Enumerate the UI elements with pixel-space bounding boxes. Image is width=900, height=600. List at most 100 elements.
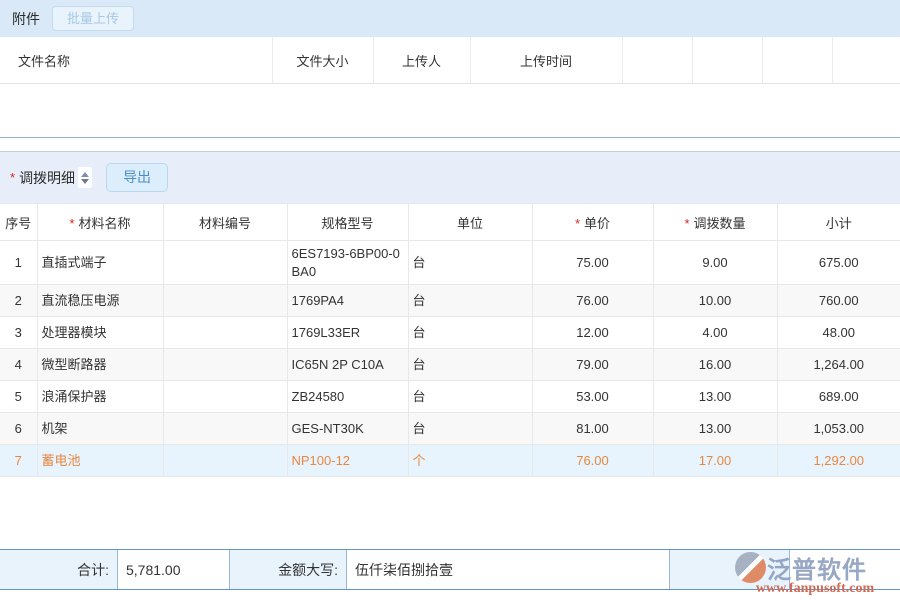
table-row[interactable]: 4 微型断路器 IC65N 2P C10A 台 79.00 16.00 1,26… [0, 349, 900, 381]
cell-subtotal: 1,292.00 [777, 445, 900, 477]
attachments-empty-body [0, 84, 900, 137]
cell-index: 5 [0, 381, 37, 413]
table-row-selected[interactable]: 7 蓄电池 NP100-12 个 76.00 17.00 1,292.00 [0, 445, 900, 477]
cell-material-code [163, 381, 287, 413]
cell-material-name: 蓄电池 [37, 445, 163, 477]
table-row[interactable]: 1 直插式端子 6ES7193-6BP00-0BA0 台 75.00 9.00 … [0, 241, 900, 285]
cell-unit: 台 [408, 241, 532, 285]
cell-material-name: 机架 [37, 413, 163, 445]
cell-transfer-qty: 17.00 [653, 445, 777, 477]
amount-in-words-value: 伍仟柒佰捌拾壹 [347, 550, 670, 589]
column-index: 序号 [0, 204, 37, 241]
batch-upload-button[interactable]: 批量上传 [52, 6, 134, 32]
amount-in-words-label: 金额大写: [230, 550, 347, 589]
cell-spec-model: 6ES7193-6BP00-0BA0 [287, 241, 408, 285]
attachments-column-file-name: 文件名称 [0, 37, 272, 84]
totals-empty-cell [790, 550, 900, 589]
cell-material-code [163, 349, 287, 381]
cell-subtotal: 675.00 [777, 241, 900, 285]
attachments-column-empty [832, 37, 900, 84]
column-unit-price: *单价 [532, 204, 653, 241]
cell-transfer-qty: 9.00 [653, 241, 777, 285]
required-asterisk: * [684, 216, 689, 231]
cell-unit-price: 76.00 [532, 445, 653, 477]
attachments-column-empty [692, 37, 762, 84]
cell-index: 1 [0, 241, 37, 285]
attachments-header-row: 文件名称 文件大小 上传人 上传时间 [0, 37, 900, 84]
attachments-column-empty [622, 37, 692, 84]
arrow-up-icon [81, 172, 89, 177]
cell-unit-price: 75.00 [532, 241, 653, 285]
attachments-toolbar: 附件 批量上传 [0, 0, 900, 37]
arrow-down-icon [81, 179, 89, 184]
sort-spinner-control[interactable] [78, 167, 92, 188]
cell-material-name: 直流稳压电源 [37, 285, 163, 317]
required-asterisk: * [69, 216, 74, 231]
cell-subtotal: 689.00 [777, 381, 900, 413]
spacer [0, 477, 900, 549]
cell-unit: 台 [408, 317, 532, 349]
cell-unit: 台 [408, 285, 532, 317]
cell-subtotal: 48.00 [777, 317, 900, 349]
cell-index: 7 [0, 445, 37, 477]
cell-material-code [163, 413, 287, 445]
column-spec-model: 规格型号 [287, 204, 408, 241]
table-row[interactable]: 3 处理器模块 1769L33ER 台 12.00 4.00 48.00 [0, 317, 900, 349]
attachments-section-label: 附件 [12, 9, 40, 29]
attachments-column-upload-time: 上传时间 [470, 37, 622, 84]
cell-unit: 台 [408, 381, 532, 413]
total-label: 合计: [0, 550, 118, 589]
column-unit: 单位 [408, 204, 532, 241]
cell-transfer-qty: 16.00 [653, 349, 777, 381]
cell-spec-model: 1769L33ER [287, 317, 408, 349]
cell-unit: 台 [408, 413, 532, 445]
cell-spec-model: IC65N 2P C10A [287, 349, 408, 381]
cell-material-code [163, 285, 287, 317]
cell-unit: 个 [408, 445, 532, 477]
total-value: 5,781.00 [118, 550, 230, 589]
cell-material-name: 直插式端子 [37, 241, 163, 285]
attachments-column-uploader: 上传人 [373, 37, 470, 84]
cell-index: 2 [0, 285, 37, 317]
transfer-detail-table: 序号 *材料名称 材料编号 规格型号 单位 *单价 *调拨数量 小计 1 直插式… [0, 203, 900, 477]
table-row[interactable]: 2 直流稳压电源 1769PA4 台 76.00 10.00 760.00 [0, 285, 900, 317]
cell-transfer-qty: 13.00 [653, 413, 777, 445]
cell-transfer-qty: 10.00 [653, 285, 777, 317]
cell-subtotal: 760.00 [777, 285, 900, 317]
cell-material-code [163, 317, 287, 349]
table-row[interactable]: 5 浪涌保护器 ZB24580 台 53.00 13.00 689.00 [0, 381, 900, 413]
cell-subtotal: 1,053.00 [777, 413, 900, 445]
cell-spec-model: ZB24580 [287, 381, 408, 413]
cell-material-name: 处理器模块 [37, 317, 163, 349]
cell-spec-model: 1769PA4 [287, 285, 408, 317]
cell-unit-price: 12.00 [532, 317, 653, 349]
transfer-detail-section-bar: * 调拨明细 导出 [0, 151, 900, 203]
cell-transfer-qty: 13.00 [653, 381, 777, 413]
cell-material-name: 微型断路器 [37, 349, 163, 381]
cell-unit-price: 53.00 [532, 381, 653, 413]
cell-index: 3 [0, 317, 37, 349]
totals-empty-cell [670, 550, 790, 589]
cell-unit: 台 [408, 349, 532, 381]
column-transfer-qty: *调拨数量 [653, 204, 777, 241]
required-asterisk: * [575, 216, 580, 231]
export-button[interactable]: 导出 [106, 163, 168, 192]
required-asterisk: * [10, 170, 15, 185]
cell-material-name: 浪涌保护器 [37, 381, 163, 413]
cell-unit-price: 79.00 [532, 349, 653, 381]
column-material-name: *材料名称 [37, 204, 163, 241]
attachments-column-empty [762, 37, 832, 84]
spacer [0, 138, 900, 151]
transfer-detail-title: 调拨明细 [19, 168, 75, 188]
cell-transfer-qty: 4.00 [653, 317, 777, 349]
detail-header-row: 序号 *材料名称 材料编号 规格型号 单位 *单价 *调拨数量 小计 [0, 204, 900, 241]
table-row[interactable]: 6 机架 GES-NT30K 台 81.00 13.00 1,053.00 [0, 413, 900, 445]
cell-index: 6 [0, 413, 37, 445]
cell-subtotal: 1,264.00 [777, 349, 900, 381]
column-material-code: 材料编号 [163, 204, 287, 241]
attachments-table: 文件名称 文件大小 上传人 上传时间 [0, 37, 900, 84]
column-subtotal: 小计 [777, 204, 900, 241]
cell-unit-price: 76.00 [532, 285, 653, 317]
attachments-column-file-size: 文件大小 [272, 37, 373, 84]
cell-material-code [163, 241, 287, 285]
